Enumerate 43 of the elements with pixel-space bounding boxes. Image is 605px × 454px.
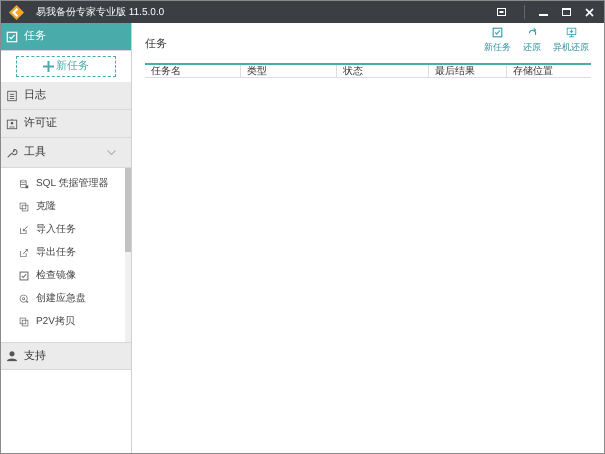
scrollbar-thumb[interactable] <box>125 168 131 252</box>
tool-item[interactable]: 克隆 <box>1 195 125 218</box>
sidebar-item[interactable]: 支持 <box>1 342 131 370</box>
toolbar-button[interactable]: 还原 <box>523 27 541 54</box>
toolbar-button[interactable]: 异机还原 <box>553 27 589 54</box>
column-header[interactable]: 存储位置 <box>507 65 591 77</box>
badge-icon <box>6 118 18 130</box>
sidebar-group[interactable]: 工具 <box>1 138 131 168</box>
database-icon <box>19 178 29 188</box>
maximize-icon[interactable] <box>562 8 571 16</box>
restore-window-icon[interactable] <box>497 8 506 16</box>
checkbox-icon <box>6 30 18 42</box>
import-icon <box>19 224 29 234</box>
column-header[interactable]: 任务名 <box>145 65 241 77</box>
copy-icon <box>19 316 29 326</box>
monitor-icon <box>566 27 576 38</box>
tool-item[interactable]: 检查镜像 <box>1 264 125 287</box>
checkbox-icon <box>492 27 503 38</box>
tool-item[interactable]: 导出任务 <box>1 241 125 264</box>
tool-item[interactable]: P2V拷贝 <box>1 310 125 333</box>
close-icon[interactable] <box>585 8 594 16</box>
toolbar-button[interactable]: 新任务 <box>484 27 511 54</box>
copy-icon <box>19 202 29 212</box>
column-header[interactable]: 状态 <box>337 65 429 77</box>
refresh-icon <box>526 27 538 38</box>
plus-icon <box>43 61 54 72</box>
column-header[interactable]: 最后结果 <box>429 65 507 77</box>
window-title: 易我备份专家专业版 11.5.0.0 <box>36 6 164 20</box>
app-logo-icon <box>9 4 24 20</box>
document-icon <box>6 90 18 102</box>
page-title: 任务 <box>145 37 167 52</box>
sidebar-item[interactable]: 许可证 <box>1 110 131 138</box>
chevron-down-icon <box>107 150 116 155</box>
tool-item[interactable]: 导入任务 <box>1 218 125 241</box>
tool-item[interactable]: SQL 凭据管理器 <box>1 172 125 195</box>
disc-icon <box>19 294 29 304</box>
checkbox-icon <box>19 270 29 280</box>
export-icon <box>19 248 29 258</box>
tool-item[interactable]: 创建应急盘 <box>1 287 125 310</box>
person-icon <box>6 350 18 362</box>
column-header[interactable]: 类型 <box>241 65 337 77</box>
sidebar-item[interactable]: 日志 <box>1 82 131 110</box>
wrench-icon <box>6 146 18 158</box>
